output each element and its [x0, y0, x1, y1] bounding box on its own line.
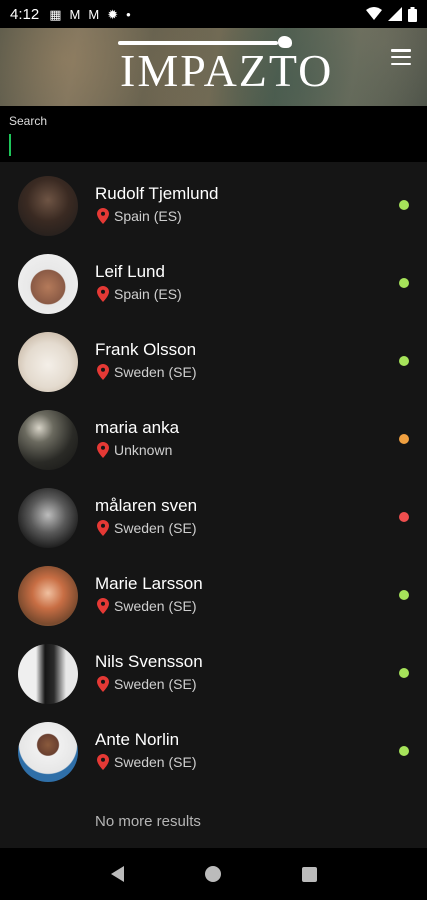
- user-location: Sweden (SE): [97, 364, 196, 380]
- home-icon[interactable]: [204, 866, 221, 882]
- location-pin-icon: [97, 754, 109, 770]
- status-indicator: [399, 200, 409, 210]
- user-name: målaren sven: [95, 496, 198, 515]
- user-name: Nils Svensson: [95, 652, 203, 671]
- user-location: Spain (ES): [97, 208, 182, 224]
- wifi-icon: [366, 7, 382, 20]
- app-header: IMPAZTO: [0, 28, 427, 106]
- back-icon[interactable]: [110, 866, 124, 882]
- avatar: [18, 176, 78, 236]
- status-time: 4:12: [10, 5, 40, 23]
- avatar: [18, 488, 78, 548]
- avatar: [18, 410, 78, 470]
- user-name: maria anka: [95, 418, 180, 437]
- gmail-icon: M: [88, 6, 100, 22]
- user-name: Leif Lund: [95, 262, 165, 281]
- location-text: Sweden (SE): [114, 676, 197, 692]
- user-name: Ante Norlin: [95, 730, 180, 749]
- location-pin-icon: [97, 208, 109, 224]
- list-item[interactable]: Ante Norlin Sweden (SE): [0, 708, 427, 786]
- location-text: Sweden (SE): [114, 520, 197, 536]
- status-indicator: [399, 512, 409, 522]
- status-indicator: [399, 278, 409, 288]
- gmail-icon: M: [69, 6, 81, 22]
- location-text: Spain (ES): [114, 286, 182, 302]
- location-pin-icon: [97, 364, 109, 380]
- search-input[interactable]: [9, 134, 418, 156]
- status-bar: 4:12 ▦ M M ✹ •: [0, 0, 427, 28]
- battery-icon: [408, 6, 417, 22]
- status-indicator: [399, 356, 409, 366]
- location-text: Sweden (SE): [114, 598, 197, 614]
- avatar: [18, 332, 78, 392]
- user-location: Spain (ES): [97, 286, 182, 302]
- user-list: Rudolf Tjemlund Spain (ES) Leif Lund Spa…: [0, 162, 427, 848]
- status-indicator: [399, 746, 409, 756]
- dot-icon: •: [126, 6, 131, 22]
- location-text: Sweden (SE): [114, 754, 197, 770]
- list-item[interactable]: Marie Larsson Sweden (SE): [0, 552, 427, 630]
- location-pin-icon: [97, 442, 109, 458]
- user-location: Sweden (SE): [97, 598, 196, 614]
- app-logo[interactable]: IMPAZTO: [120, 48, 333, 94]
- location-text: Sweden (SE): [114, 364, 197, 380]
- search-area: Search: [0, 106, 427, 162]
- status-indicator: [399, 668, 409, 678]
- user-name: Rudolf Tjemlund: [95, 184, 219, 203]
- location-text: Spain (ES): [114, 208, 182, 224]
- avatar: [18, 644, 78, 704]
- navigation-bar: [0, 848, 427, 900]
- user-location: Sweden (SE): [97, 754, 196, 770]
- location-pin-icon: [97, 598, 109, 614]
- avatar: [18, 254, 78, 314]
- user-location: Sweden (SE): [97, 520, 196, 536]
- hamburger-menu-icon[interactable]: [391, 49, 411, 65]
- list-item[interactable]: Nils Svensson Sweden (SE): [0, 630, 427, 708]
- search-label: Search: [9, 114, 48, 128]
- settings-icon: ✹: [107, 6, 119, 22]
- location-pin-icon: [97, 520, 109, 536]
- location-pin-icon: [97, 286, 109, 302]
- user-location: Sweden (SE): [97, 676, 196, 692]
- location-text: Unknown: [114, 442, 173, 458]
- list-item[interactable]: Leif Lund Spain (ES): [0, 240, 427, 318]
- list-item[interactable]: Frank Olsson Sweden (SE): [0, 318, 427, 396]
- user-name: Frank Olsson: [95, 340, 197, 359]
- avatar: [18, 722, 78, 782]
- status-indicator: [399, 590, 409, 600]
- user-location: Unknown: [97, 442, 172, 458]
- list-item[interactable]: målaren sven Sweden (SE): [0, 474, 427, 552]
- user-name: Marie Larsson: [95, 574, 203, 593]
- signal-icon: [388, 7, 402, 21]
- status-indicator: [399, 434, 409, 444]
- list-item[interactable]: Rudolf Tjemlund Spain (ES): [0, 162, 427, 240]
- avatar: [18, 566, 78, 626]
- recent-apps-icon[interactable]: [301, 866, 317, 882]
- list-item[interactable]: maria anka Unknown: [0, 396, 427, 474]
- no-more-results: No more results: [95, 813, 201, 830]
- calendar-icon: ▦: [49, 6, 62, 22]
- location-pin-icon: [97, 676, 109, 692]
